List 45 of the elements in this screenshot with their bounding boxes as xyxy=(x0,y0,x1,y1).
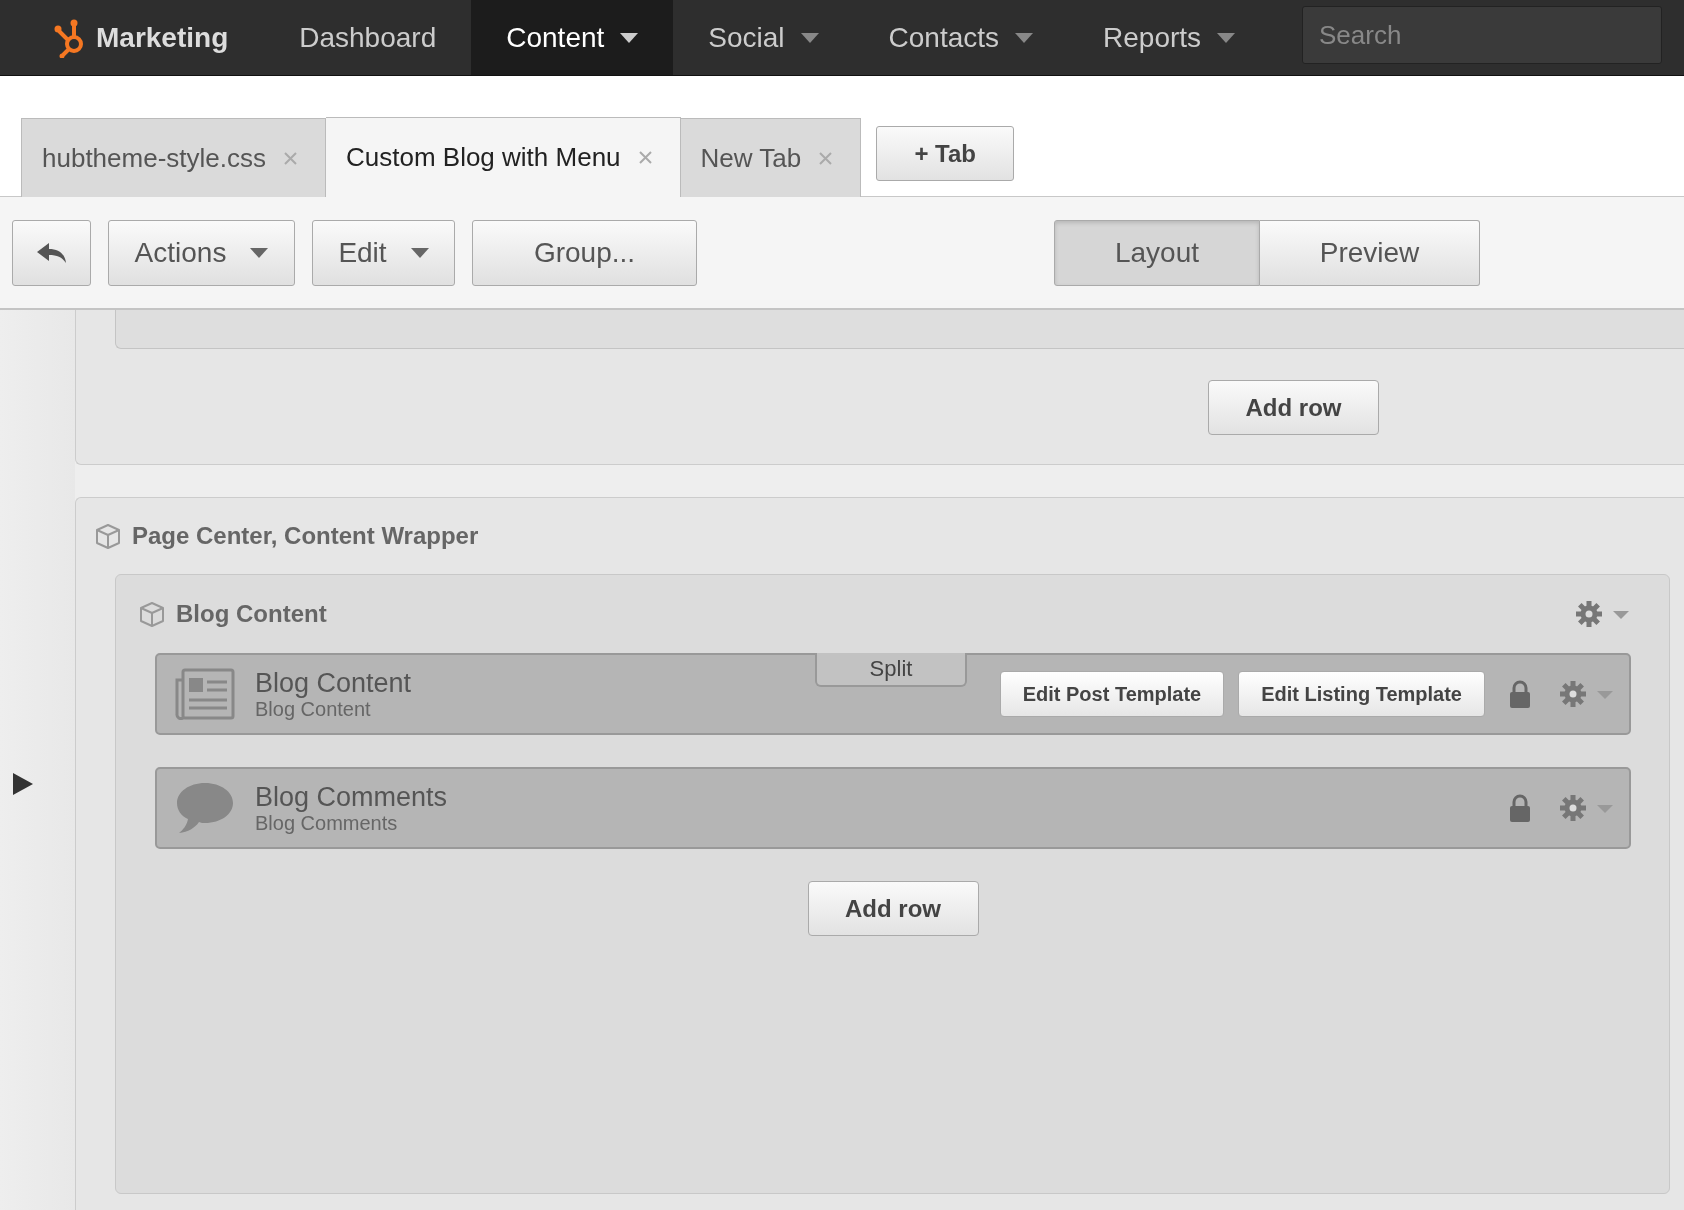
module-row[interactable]: Blog Comments Blog Comments xyxy=(155,767,1631,849)
close-icon[interactable] xyxy=(638,151,652,164)
brand-name[interactable]: Marketing xyxy=(96,21,229,54)
lock-icon[interactable] xyxy=(1509,794,1531,822)
speech-bubble-icon xyxy=(175,781,235,835)
add-row-button[interactable]: Add row xyxy=(1208,380,1379,435)
close-icon[interactable] xyxy=(819,151,833,165)
section-title: Blog Content xyxy=(176,600,327,628)
nav-item[interactable]: Reports xyxy=(1068,0,1271,75)
module-subtitle: Blog Content xyxy=(255,697,372,721)
toolbar-button[interactable]: Actions xyxy=(108,219,295,286)
sprocket-logo-icon xyxy=(54,17,86,58)
view-toggle[interactable]: Layout xyxy=(1054,219,1260,286)
editor-tab[interactable]: New Tab xyxy=(680,118,862,197)
add-tab-button[interactable]: + Tab xyxy=(876,126,1015,181)
cube-icon xyxy=(138,600,166,628)
toolbar-button[interactable]: Group... xyxy=(472,219,697,286)
back-button[interactable] xyxy=(12,219,91,286)
play-icon[interactable] xyxy=(13,773,33,795)
add-row-button[interactable]: Add row xyxy=(807,881,979,936)
module-subtitle: Blog Comments xyxy=(255,811,399,835)
nav-item[interactable]: Dashboard xyxy=(264,0,472,75)
close-icon[interactable] xyxy=(284,151,297,165)
gear-icon[interactable] xyxy=(1559,680,1615,708)
cube-icon xyxy=(94,522,122,550)
nav-item[interactable]: Content xyxy=(471,0,674,75)
editor-tab[interactable]: Custom Blog with Menu xyxy=(326,117,681,197)
editor-tab[interactable]: hubtheme-style.css xyxy=(21,118,326,197)
search-field[interactable]: Search xyxy=(1302,6,1662,64)
toolbar-button[interactable]: Edit xyxy=(312,219,455,286)
edit-template-button[interactable]: Edit Post Template xyxy=(999,671,1225,717)
nav-item[interactable]: Contacts xyxy=(853,0,1069,75)
view-toggle[interactable]: Preview xyxy=(1260,219,1480,286)
group-title: Page Center, Content Wrapper xyxy=(132,522,479,550)
gear-icon[interactable] xyxy=(1575,600,1631,628)
module-title: Blog Content xyxy=(255,667,412,698)
edit-template-button[interactable]: Edit Listing Template xyxy=(1238,671,1485,717)
module-title: Blog Comments xyxy=(255,781,448,812)
newspaper-icon xyxy=(175,668,235,720)
split-button[interactable]: Split xyxy=(815,653,967,687)
lock-icon[interactable] xyxy=(1509,680,1531,708)
nav-item[interactable]: Social xyxy=(673,0,854,75)
back-arrow-icon xyxy=(36,242,67,263)
gear-icon[interactable] xyxy=(1559,794,1615,822)
module-row[interactable]: Blog Content Blog Content Split Edit Post Template Edit Listing Template xyxy=(155,653,1631,735)
